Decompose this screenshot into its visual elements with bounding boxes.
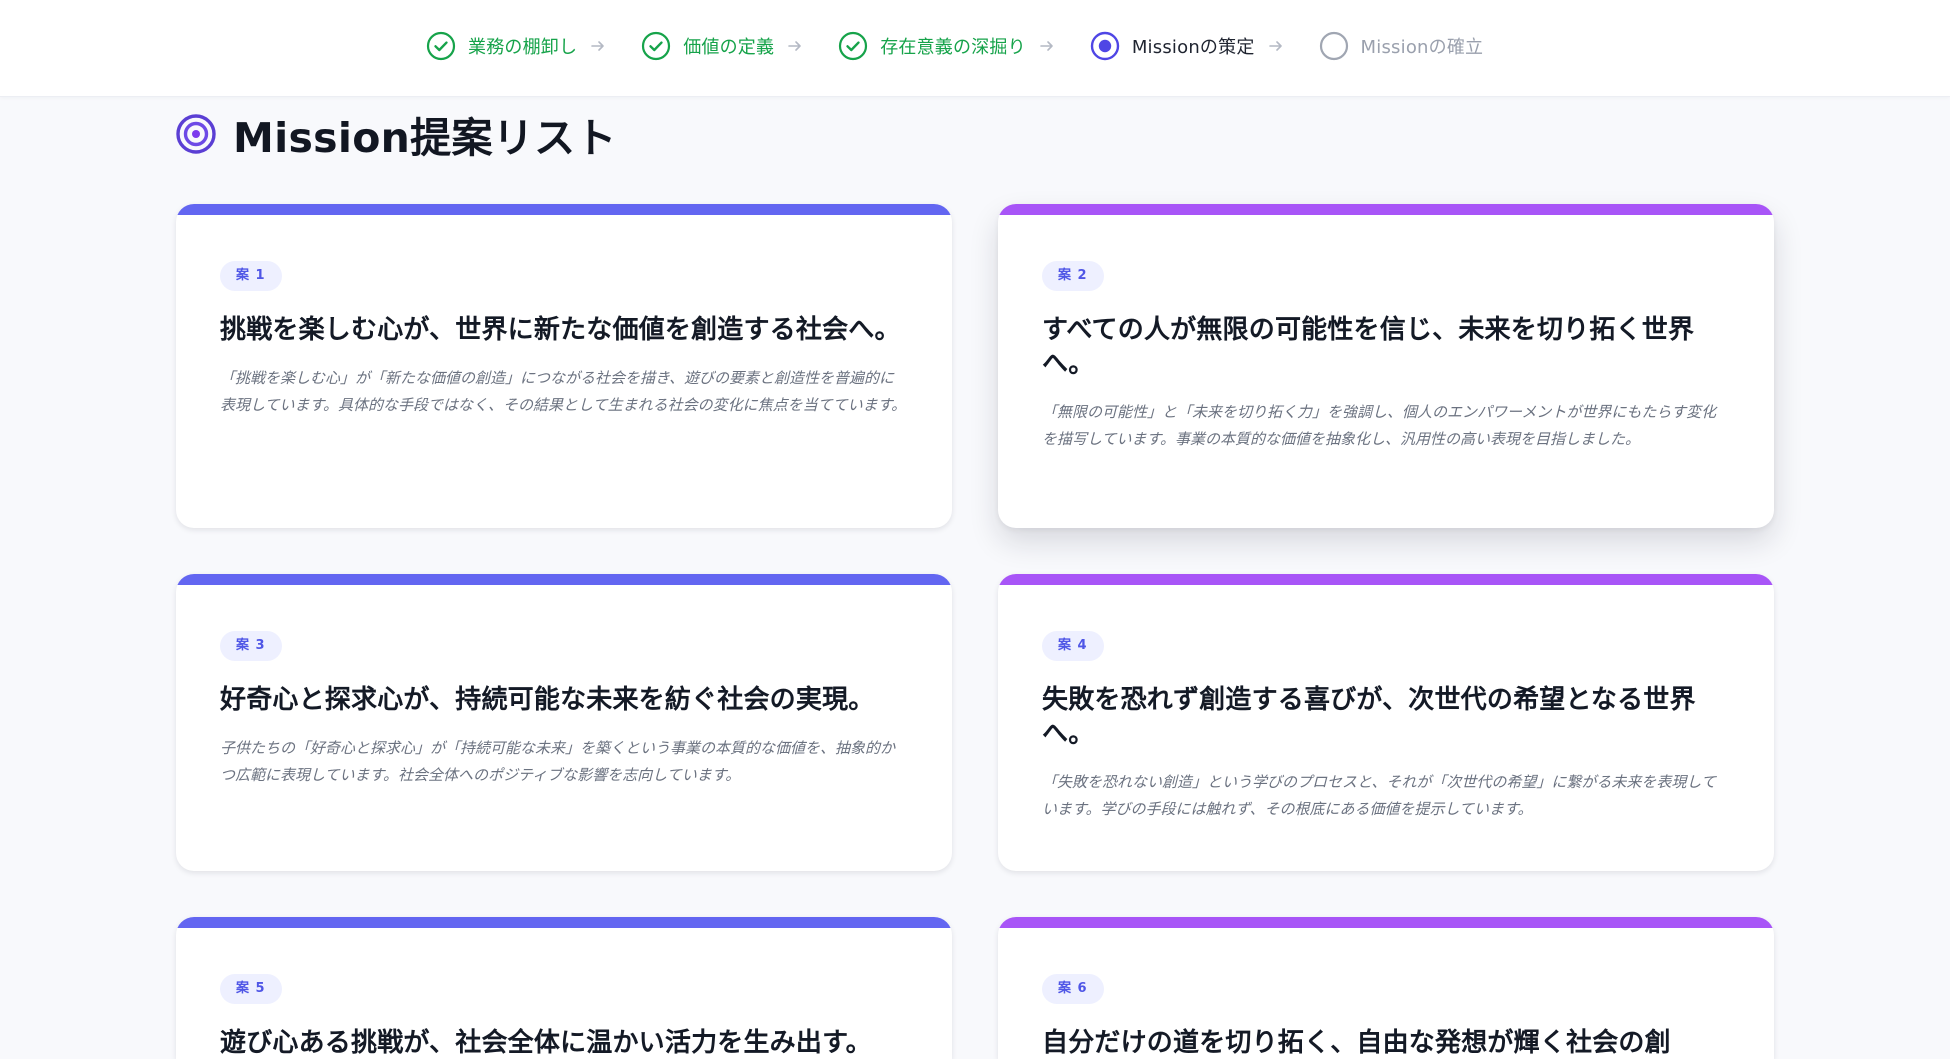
proposal-card-6[interactable]: 案 6 自分だけの道を切り拓く、自由な発想が輝く社会の創 [998,917,1774,1059]
empty-circle-icon [1319,31,1349,61]
arrow-right-icon [1038,37,1056,55]
card-accent-bar [176,204,952,215]
target-icon [175,113,217,155]
stepper: 業務の棚卸し 価値の定義 存在意義の深掘り Missionの策定 Mission… [426,29,1483,63]
proposal-card-3[interactable]: 案 3 好奇心と探求心が、持続可能な未来を紡ぐ社会の実現。 子供たちの「好奇心と… [176,574,952,871]
proposal-description: 「挑戦を楽しむ心」が「新たな価値の創造」につながる社会を描き、遊びの要素と創造性… [220,369,907,414]
proposal-card-2[interactable]: 案 2 すべての人が無限の可能性を信じ、未来を切り拓く世界へ。 「無限の可能性」… [998,204,1774,528]
proposal-card-5[interactable]: 案 5 遊び心ある挑戦が、社会全体に温かい活力を生み出す。 [176,917,952,1059]
proposal-description: 子供たちの「好奇心と探求心」が「持続可能な未来」を築くという事業の本質的な価値を… [220,739,896,784]
proposal-title: すべての人が無限の可能性を信じ、未来を切り拓く世界へ。 [1042,315,1695,379]
card-accent-bar [176,917,952,928]
step-value-definition[interactable]: 価値の定義 [641,31,774,61]
dot-circle-icon [1090,31,1120,61]
step-label: Missionの確立 [1360,37,1484,58]
proposal-card-4[interactable]: 案 4 失敗を恐れず創造する喜びが、次世代の希望となる世界へ。 「失敗を恐れない… [998,574,1774,871]
proposal-title: 自分だけの道を切り拓く、自由な発想が輝く社会の創 [1042,1028,1671,1058]
proposal-badge: 案 2 [1042,261,1104,291]
step-mission-establish[interactable]: Missionの確立 [1319,31,1484,61]
card-accent-bar [998,204,1774,215]
section-heading: Mission提案リスト [175,108,617,162]
proposal-description: 「失敗を恐れない創造」という学びのプロセスと、それが「次世代の希望」に繋がる未来… [1042,773,1716,818]
proposal-badge: 案 5 [220,974,282,1004]
step-purpose-deepdive[interactable]: 存在意義の深掘り [838,31,1026,61]
proposal-badge: 案 6 [1042,974,1104,1004]
arrow-right-icon [1267,37,1285,55]
proposal-card-1[interactable]: 案 1 挑戦を楽しむ心が、世界に新たな価値を創造する社会へ。 「挑戦を楽しむ心」… [176,204,952,528]
card-accent-bar [998,917,1774,928]
proposal-title: 遊び心ある挑戦が、社会全体に温かい活力を生み出す。 [220,1028,872,1058]
proposal-title: 好奇心と探求心が、持続可能な未来を紡ぐ社会の実現。 [220,685,875,715]
proposal-badge: 案 1 [220,261,282,291]
check-circle-icon [641,31,671,61]
arrow-right-icon [786,37,804,55]
step-label: 業務の棚卸し [468,37,578,58]
step-mission-drafting[interactable]: Missionの策定 [1090,31,1255,61]
arrow-right-icon [589,37,607,55]
step-label: Missionの策定 [1131,37,1255,58]
proposal-badge: 案 3 [220,631,282,661]
proposal-badge: 案 4 [1042,631,1104,661]
step-label: 存在意義の深掘り [880,37,1026,58]
step-label: 価値の定義 [683,37,775,58]
proposal-title: 挑戦を楽しむ心が、世界に新たな価値を創造する社会へ。 [220,315,901,345]
card-accent-bar [998,574,1774,585]
check-circle-icon [426,31,456,61]
page-title: Mission提案リスト [233,114,617,162]
step-inventory[interactable]: 業務の棚卸し [426,31,577,61]
card-accent-bar [176,574,952,585]
check-circle-icon [838,31,868,61]
proposal-description: 「無限の可能性」と「未来を切り拓く力」を強調し、個人のエンパワーメントが世界にも… [1042,403,1717,448]
proposal-title: 失敗を恐れず創造する喜びが、次世代の希望となる世界へ。 [1042,685,1696,749]
progress-stepper-bar: 業務の棚卸し 価値の定義 存在意義の深掘り Missionの策定 Mission… [0,0,1950,97]
